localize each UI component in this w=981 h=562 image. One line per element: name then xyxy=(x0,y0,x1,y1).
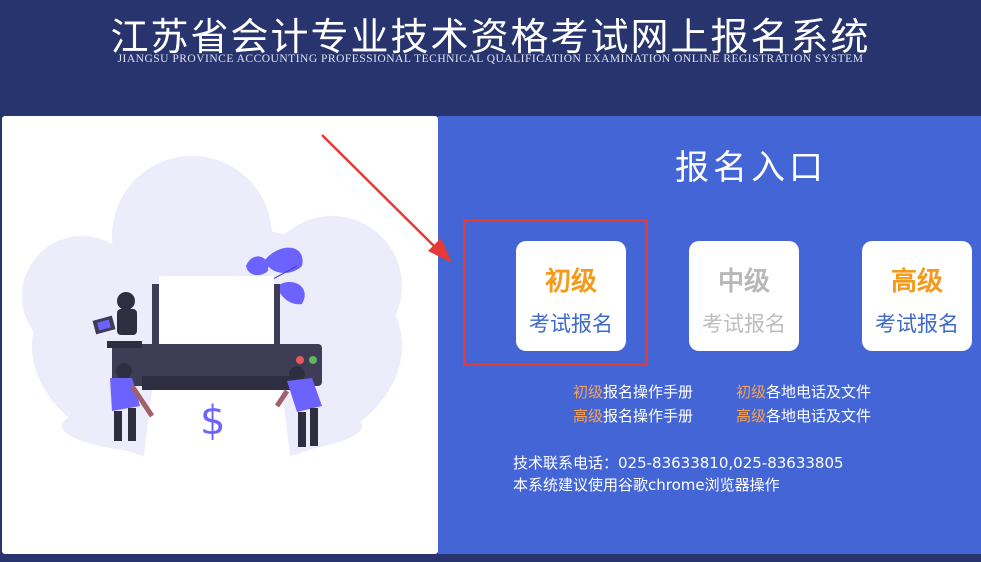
senior-files-link[interactable]: 高级各地电话及文件 xyxy=(736,405,871,426)
browser-tip: 本系统建议使用谷歌chrome浏览器操作 xyxy=(513,476,780,494)
link-text: 各地电话及文件 xyxy=(766,383,872,401)
link-prefix: 高级 xyxy=(736,407,767,425)
link-prefix: 初级 xyxy=(736,383,767,401)
link-text: 报名操作手册 xyxy=(603,383,694,401)
link-prefix: 初级 xyxy=(573,383,604,401)
senior-manual-link[interactable]: 高级报名操作手册 xyxy=(573,405,693,426)
link-prefix: 高级 xyxy=(573,407,604,425)
junior-files-link[interactable]: 初级各地电话及文件 xyxy=(736,381,871,402)
link-text: 各地电话及文件 xyxy=(766,407,872,425)
junior-manual-link[interactable]: 初级报名操作手册 xyxy=(573,381,693,402)
tech-support-phone: 技术联系电话：025-83633810,025-83633805 xyxy=(513,454,844,472)
link-text: 报名操作手册 xyxy=(603,407,694,425)
arrow-annotation-icon xyxy=(321,134,452,263)
